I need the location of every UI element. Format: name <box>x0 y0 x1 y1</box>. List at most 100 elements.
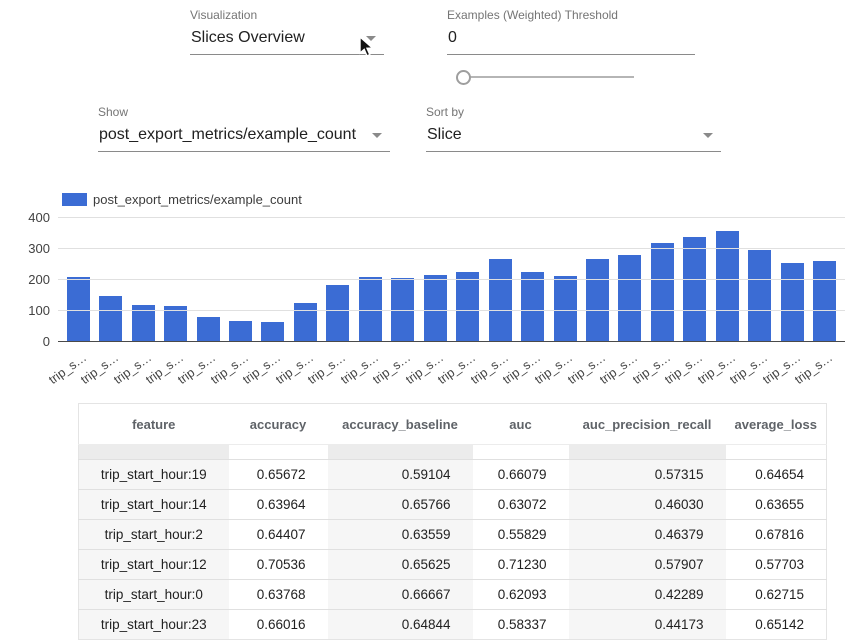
column-header[interactable]: accuracy_baseline <box>328 404 473 445</box>
bar[interactable] <box>359 277 382 341</box>
gridline <box>58 248 845 249</box>
bar[interactable] <box>586 259 609 341</box>
bar[interactable] <box>424 275 447 341</box>
metric-cell: 0.64844 <box>328 610 473 640</box>
show-dropdown[interactable]: post_export_metrics/example_count <box>98 126 390 152</box>
y-tick-label: 200 <box>6 272 50 287</box>
metric-cell: 0.65672 <box>229 460 328 490</box>
slider-track[interactable] <box>463 76 634 78</box>
column-header[interactable]: auc_precision_recall <box>569 404 726 445</box>
table-row: trip_start_hour:120.705360.656250.712300… <box>79 550 827 580</box>
metric-cell: 0.63655 <box>726 490 827 520</box>
metric-cell: 0.55829 <box>473 520 569 550</box>
filter-cell <box>473 445 569 460</box>
metric-cell: 0.46379 <box>569 520 726 550</box>
show-label: Show <box>98 105 390 119</box>
metric-cell: 0.66667 <box>328 580 473 610</box>
metric-cell: 0.46030 <box>569 490 726 520</box>
metric-cell: 0.63964 <box>229 490 328 520</box>
bar-slot <box>646 243 678 341</box>
metric-cell: 0.67816 <box>726 520 827 550</box>
show-value: post_export_metrics/example_count <box>99 126 356 143</box>
metric-cell: 0.58337 <box>473 610 569 640</box>
bar[interactable] <box>618 255 641 341</box>
visualization-dropdown[interactable]: Slices Overview <box>190 29 384 55</box>
bar[interactable] <box>294 303 317 341</box>
column-header[interactable]: average_loss <box>726 404 827 445</box>
bar-slot <box>192 317 224 341</box>
feature-cell: trip_start_hour:14 <box>79 490 229 520</box>
x-tick: trip_s… <box>808 346 840 388</box>
chart-legend: post_export_metrics/example_count <box>62 192 302 207</box>
bar[interactable] <box>229 321 252 341</box>
gridline <box>58 279 845 280</box>
metric-cell: 0.44173 <box>569 610 726 640</box>
visualization-label: Visualization <box>190 8 384 22</box>
bar[interactable] <box>326 285 349 341</box>
bar-slot <box>614 255 646 341</box>
column-header[interactable]: accuracy <box>229 404 328 445</box>
metric-cell: 0.62093 <box>473 580 569 610</box>
x-axis-labels: trip_s…trip_s…trip_s…trip_s…trip_s…trip_… <box>62 346 841 388</box>
metric-cell: 0.65625 <box>328 550 473 580</box>
mouse-cursor-icon <box>358 36 375 59</box>
table-row: trip_start_hour:20.644070.635590.558290.… <box>79 520 827 550</box>
bar[interactable] <box>813 261 836 341</box>
metric-cell: 0.71230 <box>473 550 569 580</box>
column-header[interactable]: feature <box>79 404 229 445</box>
metric-cell: 0.66016 <box>229 610 328 640</box>
metric-cell: 0.57315 <box>569 460 726 490</box>
x-axis-line <box>58 341 845 342</box>
bar[interactable] <box>489 259 512 341</box>
bar-slot <box>808 261 840 341</box>
bar[interactable] <box>261 322 284 341</box>
metric-cell: 0.59104 <box>328 460 473 490</box>
table-body: trip_start_hour:190.656720.591040.660790… <box>79 445 827 640</box>
bar-slot <box>224 321 256 341</box>
threshold-slider[interactable] <box>456 70 634 84</box>
filter-cell <box>229 445 328 460</box>
bar[interactable] <box>67 277 90 341</box>
bar[interactable] <box>521 272 544 341</box>
threshold-input[interactable]: 0 <box>447 29 695 55</box>
slices-overview-page: { "controls": { "visualization": { "labe… <box>0 0 863 626</box>
bar-slot <box>159 306 191 341</box>
metric-cell: 0.57703 <box>726 550 827 580</box>
bar[interactable] <box>164 306 187 341</box>
chevron-down-icon[interactable] <box>703 133 713 138</box>
y-tick-label: 0 <box>6 334 50 349</box>
bar[interactable] <box>748 250 771 341</box>
threshold-field: Examples (Weighted) Threshold 0 <box>447 8 695 55</box>
bar[interactable] <box>456 272 479 341</box>
bar-slot <box>322 285 354 341</box>
legend-label: post_export_metrics/example_count <box>93 192 302 207</box>
bar-slot <box>419 275 451 341</box>
filter-row <box>79 445 827 460</box>
bar[interactable] <box>99 296 122 341</box>
bar-slot <box>484 259 516 341</box>
metric-cell: 0.42289 <box>569 580 726 610</box>
metric-cell: 0.66079 <box>473 460 569 490</box>
bar-slot <box>94 296 126 341</box>
threshold-label: Examples (Weighted) Threshold <box>447 8 695 22</box>
bar[interactable] <box>781 263 804 341</box>
y-tick-label: 100 <box>6 303 50 318</box>
metric-cell: 0.63559 <box>328 520 473 550</box>
table-row: trip_start_hour:140.639640.657660.630720… <box>79 490 827 520</box>
metric-cell: 0.63768 <box>229 580 328 610</box>
bar[interactable] <box>683 237 706 341</box>
bar-slot <box>549 276 581 341</box>
bar[interactable] <box>197 317 220 341</box>
metric-cell: 0.64654 <box>726 460 827 490</box>
gridline <box>58 310 845 311</box>
chevron-down-icon[interactable] <box>372 133 382 138</box>
bar[interactable] <box>651 243 674 341</box>
sort-by-dropdown[interactable]: Slice <box>426 126 721 152</box>
feature-cell: trip_start_hour:12 <box>79 550 229 580</box>
column-header[interactable]: auc <box>473 404 569 445</box>
bar-chart: trip_s…trip_s…trip_s…trip_s…trip_s…trip_… <box>58 218 845 342</box>
y-tick-label: 300 <box>6 241 50 256</box>
bar[interactable] <box>554 276 577 341</box>
sort-by-label: Sort by <box>426 105 721 119</box>
slider-handle[interactable] <box>456 70 471 85</box>
